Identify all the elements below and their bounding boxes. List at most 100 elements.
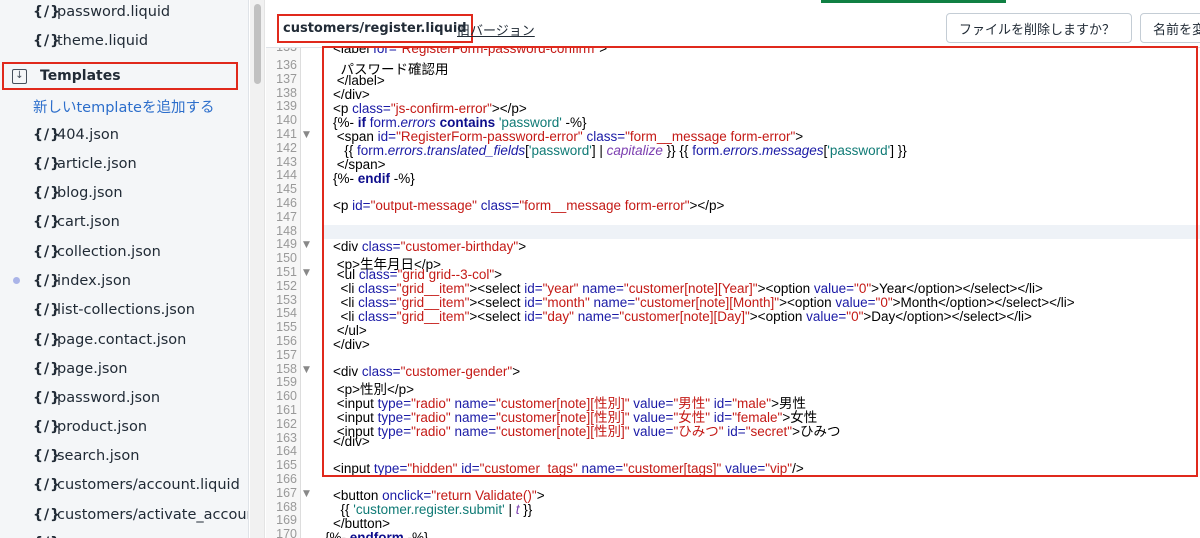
fold-toggle-icon[interactable]: ▼ xyxy=(303,268,310,278)
line-number: 147 xyxy=(276,209,297,224)
file-name: customers/account.liquid xyxy=(57,476,240,493)
old-version-link[interactable]: 旧バージョン xyxy=(457,20,535,39)
fold-toggle-icon[interactable]: ▼ xyxy=(303,130,310,140)
code-line: <li class="grid__item"><select id="year"… xyxy=(333,281,1043,296)
active-tab-indicator xyxy=(821,0,1006,3)
code-line: <li class="grid__item"><select id="day" … xyxy=(333,309,1032,324)
code-line: <div class="customer-birthday"> xyxy=(333,239,527,254)
line-number: 165 xyxy=(276,458,297,473)
file-name: index.json xyxy=(57,272,131,289)
line-number: 168 xyxy=(276,499,297,514)
line-number: 160 xyxy=(276,389,297,404)
file-item[interactable]: {/} index.json xyxy=(0,266,248,295)
code-line: </ul> xyxy=(333,323,367,338)
file-item[interactable]: {/} search.json xyxy=(0,441,248,470)
file-name: collection.json xyxy=(57,243,161,260)
line-number: 146 xyxy=(276,196,297,210)
code-line: {%- endform -%} xyxy=(325,530,429,538)
file-item[interactable]: {/} customers/account.liquid xyxy=(0,470,248,499)
file-item[interactable]: {/} blog.json xyxy=(0,178,248,207)
file-item[interactable]: {/} list-collections.json xyxy=(0,295,248,324)
line-number: 153 xyxy=(276,292,297,307)
fold-toggle-icon[interactable]: ▼ xyxy=(303,365,310,375)
file-item-theme-liquid[interactable]: {/} theme.liquid xyxy=(0,26,248,55)
file-item[interactable]: {/} password.json xyxy=(0,383,248,412)
line-number: 136 xyxy=(276,58,297,72)
add-template-link[interactable]: 新しいtemplateを追加する xyxy=(33,96,214,117)
file-name: password.json xyxy=(57,389,161,406)
code-line: </span> xyxy=(333,157,386,172)
file-name: product.json xyxy=(57,418,148,435)
code-line: </label> xyxy=(333,73,385,88)
current-file-tab[interactable]: customers/register.liquid xyxy=(277,14,473,43)
sidebar-scrollbar[interactable] xyxy=(250,0,265,538)
line-number: 140 xyxy=(276,113,297,128)
code-line: <button onclick="return Validate()"> xyxy=(333,488,545,503)
code-line: {%- endif -%} xyxy=(333,171,415,186)
templates-folder-label: Templates xyxy=(40,68,121,84)
code-line: {%- if form.errors contains 'password' -… xyxy=(333,115,587,130)
file-item[interactable]: {/} 404.json xyxy=(0,120,248,149)
file-name: customers/activate_account xyxy=(57,506,249,523)
line-number: 144 xyxy=(276,168,297,183)
code-line: <label for="RegisterForm-password-confir… xyxy=(333,48,608,56)
line-number: 142 xyxy=(276,140,297,155)
file-item-password-liquid[interactable]: {/} password.liquid xyxy=(0,0,248,26)
code-line: <li class="grid__item"><select id="month… xyxy=(333,295,1075,310)
line-number: 158 xyxy=(276,361,297,376)
code-line: {{ 'customer.register.submit' | t }} xyxy=(333,502,533,517)
line-number: 170 xyxy=(276,527,297,538)
code-line: <input type="radio" name="customer[note]… xyxy=(333,424,841,439)
line-number: 156 xyxy=(276,334,297,348)
editor-header: customers/register.liquid 旧バージョン ファイルを削除… xyxy=(266,0,1200,48)
rename-file-button[interactable]: 名前を変 xyxy=(1140,13,1200,43)
code-line: </div> xyxy=(333,337,370,352)
file-name: page.contact.json xyxy=(57,331,187,348)
file-item[interactable]: {/} xyxy=(0,528,248,538)
liquid-file-icon: {/} xyxy=(33,535,61,538)
line-number: 137 xyxy=(276,71,297,86)
line-number: 159 xyxy=(276,375,297,390)
file-item[interactable]: {/} article.json xyxy=(0,149,248,178)
line-number: 138 xyxy=(276,85,297,100)
templates-folder-header[interactable]: ↓ Templates xyxy=(2,62,238,90)
file-name: article.json xyxy=(57,155,137,172)
file-name: search.json xyxy=(57,447,140,464)
line-number: 154 xyxy=(276,306,297,321)
modified-dot-icon xyxy=(13,277,20,284)
line-number: 157 xyxy=(276,347,297,362)
scrollbar-thumb[interactable] xyxy=(254,4,261,84)
code-line: <p id="output-message" class="form__mess… xyxy=(333,198,725,213)
line-number: 167 xyxy=(276,485,297,500)
line-number: 162 xyxy=(276,416,297,431)
code-line: <p class="js-confirm-error"></p> xyxy=(333,101,527,116)
file-name: 404.json xyxy=(57,126,119,143)
file-item[interactable]: {/} page.json xyxy=(0,354,248,383)
active-line-highlight xyxy=(323,225,1200,239)
line-number: 152 xyxy=(276,278,297,293)
file-name: theme.liquid xyxy=(57,32,149,49)
code-line: </div> xyxy=(333,87,370,102)
line-number: 150 xyxy=(276,251,297,266)
fold-toggle-icon[interactable]: ▼ xyxy=(303,489,310,499)
line-number: 148 xyxy=(276,223,297,238)
code-line: <input type="hidden" id="customer_tags" … xyxy=(333,461,804,476)
file-name: page.json xyxy=(57,360,128,377)
line-number: 149 xyxy=(276,237,297,252)
file-name: blog.json xyxy=(57,184,123,201)
file-item[interactable]: {/} page.contact.json xyxy=(0,325,248,354)
file-name: password.liquid xyxy=(57,3,171,20)
delete-file-button[interactable]: ファイルを削除しますか？ xyxy=(946,13,1132,43)
code-line: <ul class="grid grid--3-col"> xyxy=(333,267,503,282)
code-line: {{ form.errors.translated_fields['passwo… xyxy=(333,143,907,158)
file-item[interactable]: {/} customers/activate_account xyxy=(0,500,249,529)
fold-toggle-icon[interactable]: ▼ xyxy=(303,240,310,250)
line-number: 164 xyxy=(276,444,297,459)
line-number: 166 xyxy=(276,472,297,486)
file-item[interactable]: {/} cart.json xyxy=(0,207,248,236)
code-line: </button> xyxy=(333,516,391,531)
file-name: cart.json xyxy=(57,213,120,230)
file-item[interactable]: {/} product.json xyxy=(0,412,248,441)
code-editor[interactable]: <label for="RegisterForm-password-confir… xyxy=(323,48,1200,538)
file-item[interactable]: {/} collection.json xyxy=(0,237,248,266)
